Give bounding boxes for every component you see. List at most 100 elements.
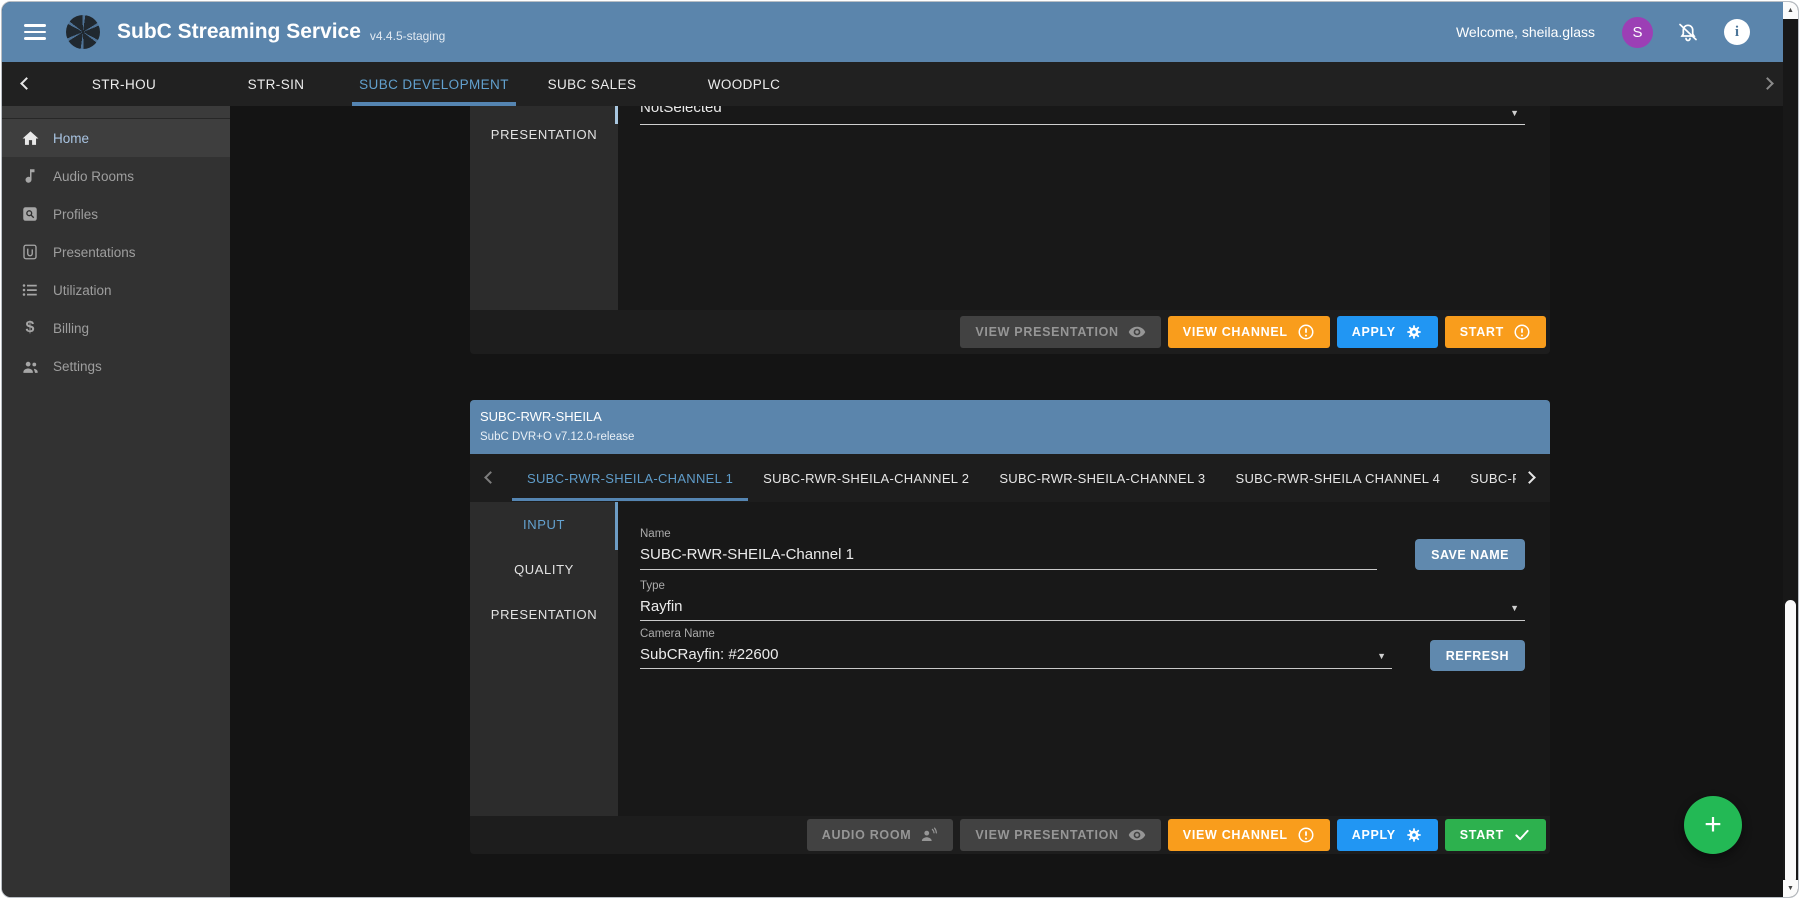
menu-icon[interactable] — [24, 20, 46, 44]
app-window: SubC Streaming Service v4.4.5-staging We… — [1, 1, 1799, 898]
sidebar-item-home[interactable]: Home — [2, 119, 230, 157]
channel-tab-2[interactable]: SUBC-RWR-SHEILA-CHANNEL 2 — [748, 454, 984, 502]
device-title: SUBC-RWR-SHEILA — [480, 409, 1550, 424]
channel-tab-5[interactable]: SUBC-RWR-S — [1455, 454, 1516, 502]
sidebar-item-label: Home — [53, 131, 89, 146]
refresh-button[interactable]: REFRESH — [1430, 640, 1525, 671]
check-icon — [1513, 826, 1531, 844]
card-actions: AUDIO ROOM VIEW PRESENTATION VIEW CHANNE… — [470, 816, 1550, 854]
eye-icon — [1128, 323, 1146, 341]
gear-icon — [1405, 323, 1423, 341]
view-channel-button[interactable]: VIEW CHANNEL — [1168, 316, 1330, 348]
sidebar-item-billing[interactable]: $ Billing — [2, 309, 230, 347]
sidebar-item-utilization[interactable]: Utilization — [2, 271, 230, 309]
plus-icon: + — [1704, 808, 1722, 842]
start-button[interactable]: START — [1445, 819, 1546, 851]
audio-room-button[interactable]: AUDIO ROOM — [807, 819, 954, 851]
side-tab-input[interactable]: INPUT — [470, 502, 618, 547]
dropdown-arrow-icon[interactable]: ▼ — [1377, 651, 1386, 661]
side-tab-presentation[interactable]: PRESENTATION — [470, 127, 618, 142]
sidebar-item-profiles[interactable]: Profiles — [2, 195, 230, 233]
side-tab-column: INPUT QUALITY PRESENTATION — [470, 502, 618, 819]
list-icon — [20, 280, 40, 300]
sidebar: Home Audio Rooms Profiles Presentations … — [2, 106, 230, 897]
side-tab-presentation[interactable]: PRESENTATION — [470, 592, 618, 637]
gear-icon — [1405, 826, 1423, 844]
voice-icon — [920, 826, 938, 844]
sidebar-item-label: Audio Rooms — [53, 169, 134, 184]
name-label: Name — [640, 528, 671, 540]
aperture-logo-icon — [66, 15, 100, 49]
dollar-icon: $ — [20, 318, 40, 338]
channel-tab-4[interactable]: SUBC-RWR-SHEILA CHANNEL 4 — [1220, 454, 1455, 502]
apply-button[interactable]: APPLY — [1337, 819, 1438, 851]
welcome-text: Welcome, sheila.glass — [1456, 24, 1595, 40]
presentation-panel: NotSelected ▼ — [618, 106, 1550, 310]
type-underline — [640, 620, 1525, 621]
dropdown-arrow-icon[interactable]: ▼ — [1510, 108, 1519, 118]
name-input[interactable] — [640, 546, 1377, 570]
org-tab-bar: STR-HOU STR-SIN SUBC DEVELOPMENT SUBC SA… — [2, 62, 1798, 106]
save-name-button[interactable]: SAVE NAME — [1415, 539, 1525, 570]
channel-tab-3[interactable]: SUBC-RWR-SHEILA-CHANNEL 3 — [984, 454, 1220, 502]
music-note-icon — [20, 166, 40, 186]
avatar[interactable]: S — [1622, 17, 1653, 48]
sidebar-item-label: Utilization — [53, 283, 112, 298]
view-presentation-button[interactable]: VIEW PRESENTATION — [960, 819, 1160, 851]
camera-name-select[interactable]: SubCRayfin: #22600 — [640, 646, 778, 663]
scroll-up-icon[interactable]: ▲ — [1783, 2, 1798, 19]
tabs-scroll-left-icon[interactable] — [20, 77, 33, 90]
view-presentation-button[interactable]: VIEW PRESENTATION — [960, 316, 1160, 348]
dropdown-arrow-icon[interactable]: ▼ — [1510, 603, 1519, 613]
org-tab-str-hou[interactable]: STR-HOU — [48, 62, 200, 106]
camera-name-underline — [640, 668, 1392, 669]
device-card-top: PRESENTATION NotSelected ▼ VIEW PRESENTA… — [470, 106, 1550, 354]
alert-icon — [1297, 826, 1315, 844]
channel-tab-bar: SUBC-RWR-SHEILA-CHANNEL 1 SUBC-RWR-SHEIL… — [470, 454, 1550, 502]
tabs-scroll-right-icon[interactable] — [1761, 77, 1774, 90]
camera-name-label: Camera Name — [640, 628, 715, 640]
people-icon — [20, 356, 40, 376]
device-card-subc-rwr-sheila: SUBC-RWR-SHEILA SubC DVR+O v7.12.0-relea… — [470, 400, 1550, 854]
sidebar-item-label: Settings — [53, 359, 102, 374]
sidebar-item-settings[interactable]: Settings — [2, 347, 230, 385]
scrollbar-thumb[interactable] — [1785, 600, 1796, 884]
side-tab-column: PRESENTATION — [470, 106, 618, 310]
input-form: Name SAVE NAME Type Rayfin ▼ Camera Name… — [618, 502, 1550, 819]
type-select[interactable]: Rayfin — [640, 598, 683, 615]
card-actions: VIEW PRESENTATION VIEW CHANNEL APPLY STA… — [470, 310, 1550, 354]
org-tab-subc-sales[interactable]: SUBC SALES — [516, 62, 668, 106]
sidebar-item-label: Billing — [53, 321, 89, 336]
org-tab-woodplc[interactable]: WOODPLC — [668, 62, 820, 106]
sidebar-item-label: Profiles — [53, 207, 98, 222]
channels-scroll-left-icon[interactable] — [484, 471, 497, 484]
app-bar: SubC Streaming Service v4.4.5-staging We… — [2, 2, 1798, 62]
eye-icon — [1128, 826, 1146, 844]
org-tab-str-sin[interactable]: STR-SIN — [200, 62, 352, 106]
view-channel-button[interactable]: VIEW CHANNEL — [1168, 819, 1330, 851]
apply-button[interactable]: APPLY — [1337, 316, 1438, 348]
info-icon[interactable]: i — [1724, 19, 1750, 45]
sidebar-top-strip — [2, 106, 230, 119]
home-icon — [20, 128, 40, 148]
notifications-off-icon[interactable] — [1676, 20, 1700, 44]
page-scrollbar: ▲ ▼ — [1783, 2, 1798, 897]
org-tab-subc-development[interactable]: SUBC DEVELOPMENT — [352, 62, 516, 106]
channels-scroll-right-icon[interactable] — [1523, 471, 1536, 484]
channel-tab-1[interactable]: SUBC-RWR-SHEILA-CHANNEL 1 — [512, 454, 748, 502]
presentation-select[interactable]: NotSelected — [640, 106, 722, 116]
attachment-icon — [20, 242, 40, 262]
channel-panel: INPUT QUALITY PRESENTATION Name SAVE NAM… — [470, 502, 1550, 819]
device-subtitle: SubC DVR+O v7.12.0-release — [480, 431, 1550, 443]
add-device-fab[interactable]: + — [1684, 796, 1742, 854]
sidebar-item-presentations[interactable]: Presentations — [2, 233, 230, 271]
sidebar-item-audio-rooms[interactable]: Audio Rooms — [2, 157, 230, 195]
app-version: v4.4.5-staging — [370, 29, 445, 43]
side-tab-quality[interactable]: QUALITY — [470, 547, 618, 592]
device-card-header: SUBC-RWR-SHEILA SubC DVR+O v7.12.0-relea… — [470, 400, 1550, 454]
channel-tabstrip: SUBC-RWR-SHEILA-CHANNEL 1 SUBC-RWR-SHEIL… — [512, 454, 1516, 502]
start-button[interactable]: START — [1445, 316, 1546, 348]
type-label: Type — [640, 580, 665, 592]
scroll-down-icon[interactable]: ▼ — [1783, 880, 1798, 897]
sidebar-item-label: Presentations — [53, 245, 136, 260]
